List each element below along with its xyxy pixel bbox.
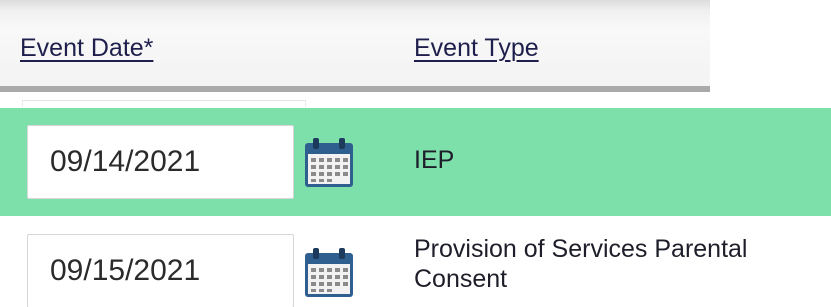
table-row[interactable]: IEP <box>0 108 831 216</box>
event-date-input[interactable] <box>27 234 294 307</box>
calendar-icon[interactable] <box>302 247 356 299</box>
event-type-sort-link[interactable]: Event Type <box>414 34 539 63</box>
header-divider <box>0 86 710 92</box>
calendar-icon[interactable] <box>302 137 356 189</box>
event-type-line: Provision of Services Parental <box>414 235 748 263</box>
table-row[interactable]: Provision of Services Parental Consent <box>0 216 831 307</box>
table-header: Event Date* Event Type <box>0 0 710 92</box>
event-type-text: IEP <box>414 146 455 174</box>
events-table: Event Date* Event Type IEP <box>0 0 831 307</box>
previous-date-input-edge <box>22 100 306 107</box>
event-type-line: Consent <box>414 265 508 293</box>
event-type-text: Provision of Services Parental Consent <box>414 234 747 294</box>
event-date-sort-link[interactable]: Event Date* <box>20 34 153 63</box>
event-date-input[interactable] <box>27 125 294 199</box>
